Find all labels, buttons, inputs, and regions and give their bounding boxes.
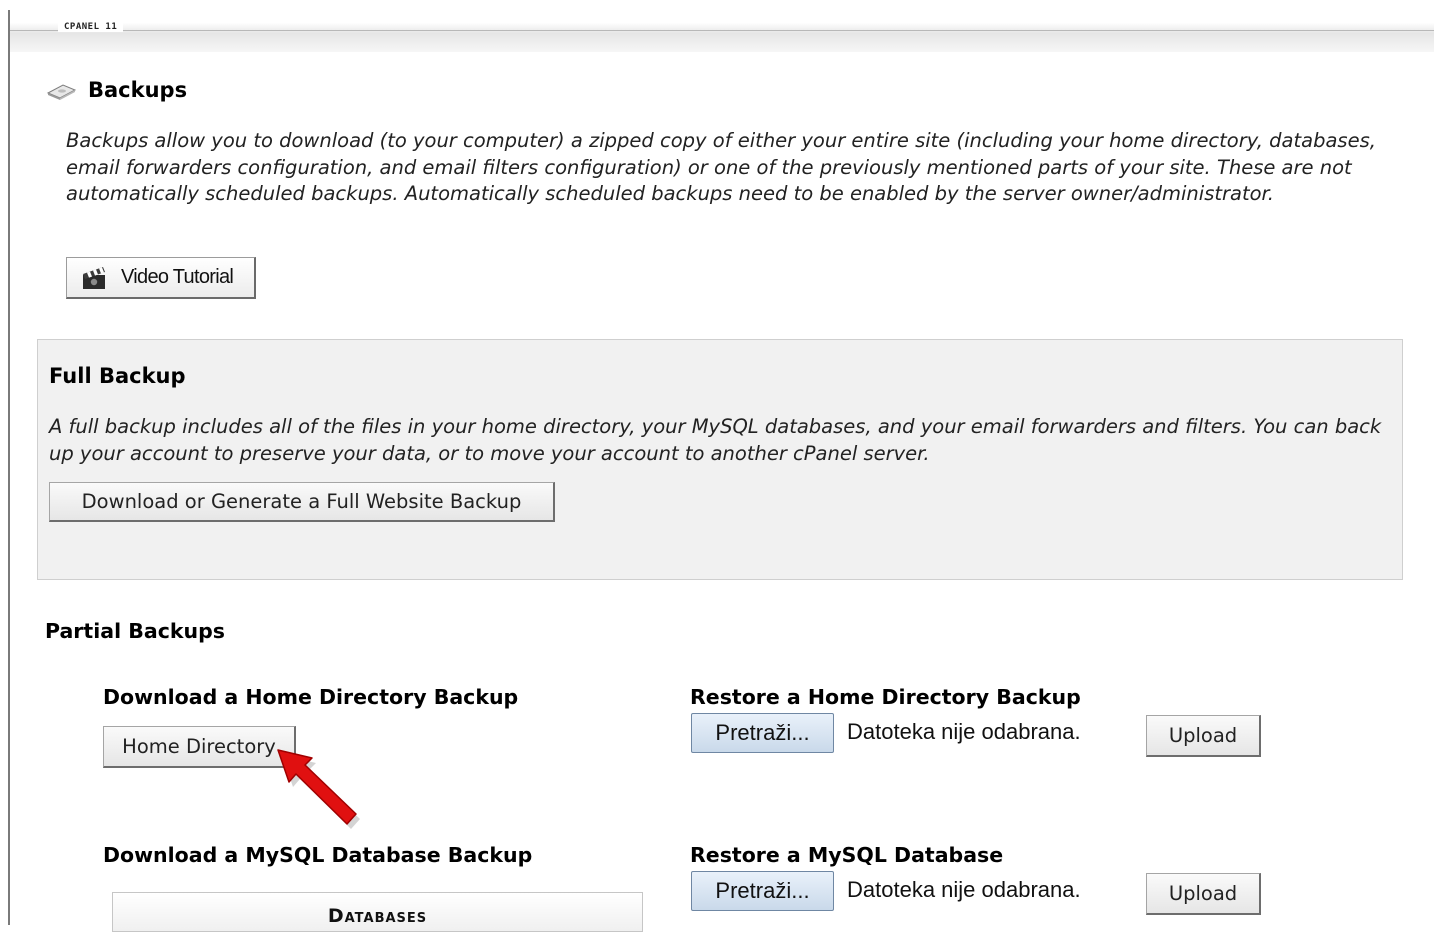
databases-table-header: Databases <box>112 892 643 932</box>
header-rule <box>10 30 1434 31</box>
home-restore-heading: Restore a Home Directory Backup <box>690 685 1081 709</box>
clapperboard-icon <box>83 266 105 289</box>
video-tutorial-label: Video Tutorial <box>121 266 234 288</box>
cpanel-brand-label: CPANEL 11 <box>58 22 124 32</box>
header-bar <box>10 10 1434 52</box>
home-directory-button[interactable]: Home Directory <box>103 726 296 768</box>
partial-backups-heading: Partial Backups <box>45 619 225 643</box>
page-left-border <box>8 10 10 925</box>
full-backup-heading: Full Backup <box>49 364 186 388</box>
mysql-restore-heading: Restore a MySQL Database <box>690 843 1004 867</box>
home-upload-button[interactable]: Upload <box>1146 715 1261 757</box>
full-backup-button[interactable]: Download or Generate a Full Website Back… <box>49 482 555 522</box>
home-browse-button[interactable]: Pretraži... <box>691 713 834 753</box>
full-backup-description: A full backup includes all of the files … <box>49 415 1382 465</box>
mysql-download-heading: Download a MySQL Database Backup <box>103 843 533 867</box>
video-tutorial-button[interactable]: Video Tutorial <box>66 257 256 299</box>
intro-text: Backups allow you to download (to your c… <box>66 129 1376 205</box>
page-title-text: Backups <box>88 78 188 102</box>
home-file-status: Datoteka nije odabrana. <box>847 719 1081 744</box>
mysql-file-status: Datoteka nije odabrana. <box>847 877 1081 902</box>
red-arrow-annotation <box>277 749 360 829</box>
home-download-heading: Download a Home Directory Backup <box>103 685 519 709</box>
backup-drive-icon <box>46 84 76 100</box>
mysql-upload-button[interactable]: Upload <box>1146 873 1261 915</box>
page-title: Backups <box>46 76 187 104</box>
mysql-browse-button[interactable]: Pretraži... <box>691 871 834 911</box>
databases-header-text: Databases <box>327 905 428 927</box>
full-backup-panel: Full Backup A full backup includes all o… <box>37 339 1403 580</box>
